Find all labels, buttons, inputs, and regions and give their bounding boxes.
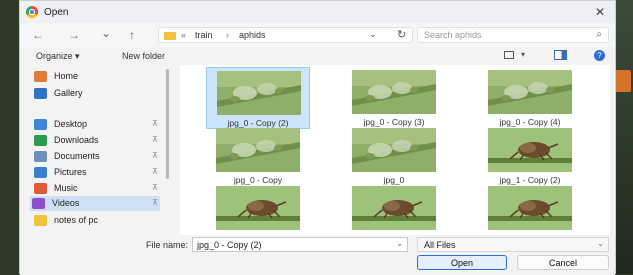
file-name-label: File name: — [146, 240, 189, 250]
aphid-thumbnail — [216, 128, 300, 172]
folder-icon — [34, 215, 47, 226]
close-button[interactable]: ✕ — [595, 5, 605, 19]
refresh-button[interactable]: ↻ — [397, 28, 406, 41]
videos-icon — [32, 198, 45, 209]
preview-pane-icon[interactable] — [554, 50, 567, 60]
weevil-thumbnail — [488, 128, 572, 172]
file-tile[interactable]: jpg_0 - Copy (4) — [478, 67, 582, 129]
new-folder-button[interactable]: New folder — [122, 51, 165, 61]
file-tile[interactable]: jpg_0 - Copy (3) — [342, 67, 446, 129]
chevron-down-icon: ⌄ — [597, 239, 604, 248]
sidebar-item-label: Downloads — [54, 135, 99, 145]
search-icon: ⌕ — [596, 29, 602, 40]
cancel-button[interactable]: Cancel — [517, 255, 609, 270]
pictures-icon — [34, 167, 47, 178]
view-options-caret[interactable]: ▾ — [521, 50, 525, 59]
chevron-down-icon[interactable]: ⌄ — [396, 239, 403, 248]
sidebar-item-label: Videos — [52, 198, 80, 208]
sidebar-item-label: notes of pc — [54, 215, 99, 225]
breadcrumb-train[interactable]: train — [195, 30, 213, 40]
file-type-select[interactable]: All Files ⌄ — [417, 237, 609, 252]
back-button[interactable]: ← — [32, 28, 44, 42]
sidebar-item-videos[interactable]: Videos ⊼ — [30, 196, 160, 211]
sidebar-item-label: Pictures — [54, 167, 87, 177]
sidebar-item-pictures[interactable]: Pictures ⊼ — [32, 165, 160, 180]
sidebar-item-music[interactable]: Music ⊼ — [32, 181, 160, 196]
sidebar-item-label: Gallery — [54, 88, 83, 98]
command-bar: Organize ▾ New folder ▾ ? — [20, 47, 615, 65]
navigation-bar: ← → ⌄ ↑ « train › aphids ⌄ ↻ Search aphi… — [20, 23, 615, 47]
sidebar-item-desktop[interactable]: Desktop ⊼ — [32, 117, 160, 132]
sidebar-item-downloads[interactable]: Downloads ⊼ — [32, 133, 160, 148]
search-placeholder: Search aphids — [424, 30, 482, 40]
pin-icon: ⊼ — [152, 151, 158, 160]
file-tile[interactable]: jpg_1 - Copy — [478, 183, 582, 235]
breadcrumb-aphids[interactable]: aphids — [239, 30, 266, 40]
aphid-thumbnail — [217, 71, 301, 115]
file-tile[interactable]: jpg_0 — [342, 125, 446, 187]
gallery-icon — [34, 88, 47, 99]
file-tile[interactable]: jpg_1 - Copy (2) — [478, 125, 582, 187]
weevil-thumbnail — [216, 186, 300, 230]
background-app-tab — [615, 70, 631, 92]
documents-icon — [34, 151, 47, 162]
pin-icon: ⊼ — [152, 135, 158, 144]
file-name-input[interactable]: jpg_0 - Copy (2) ⌄ — [192, 237, 408, 252]
organize-menu[interactable]: Organize ▾ — [36, 51, 80, 62]
sidebar-item-home[interactable]: Home — [32, 69, 160, 84]
view-options-icon[interactable] — [504, 51, 514, 59]
file-tile[interactable]: jpg_0 - Copy — [206, 125, 310, 187]
desktop-icon — [34, 119, 47, 130]
music-icon — [34, 183, 47, 194]
aphid-thumbnail — [352, 128, 436, 172]
chrome-icon — [26, 6, 38, 18]
sidebar-item-label: Desktop — [54, 119, 88, 129]
folder-icon — [164, 32, 176, 40]
dialog-title: Open — [44, 7, 69, 18]
weevil-thumbnail — [352, 186, 436, 230]
pin-icon: ⊼ — [152, 183, 158, 192]
aphid-thumbnail — [352, 70, 436, 114]
sidebar-item-documents[interactable]: Documents ⊼ — [32, 149, 160, 164]
address-bar[interactable]: « train › aphids ⌄ ↻ — [158, 27, 413, 43]
sidebar-item-label: Home — [54, 71, 79, 81]
pin-icon: ⊼ — [152, 167, 158, 176]
file-type-value: All Files — [424, 240, 456, 250]
search-box[interactable]: Search aphids ⌕ — [417, 27, 609, 43]
navigation-pane-scrollbar[interactable] — [166, 69, 169, 179]
download-icon — [34, 135, 47, 146]
address-history-button[interactable]: ⌄ — [369, 29, 377, 40]
pin-icon: ⊼ — [152, 119, 158, 128]
navigation-pane: Home Gallery Desktop ⊼ Downloads ⊼ Documents ⊼ P… — [20, 65, 166, 233]
open-dialog: Open ✕ ← → ⌄ ↑ « train › aphids ⌄ ↻ Sear… — [19, 0, 616, 275]
home-icon — [34, 71, 47, 82]
title-bar: Open ✕ — [20, 1, 615, 23]
sidebar-item-gallery[interactable]: Gallery — [32, 86, 160, 101]
breadcrumb-separator-icon: › — [226, 30, 229, 40]
path-overflow-button[interactable]: « — [181, 30, 186, 40]
pin-icon: ⊼ — [152, 198, 158, 207]
file-name-value: jpg_0 - Copy (2) — [197, 240, 262, 250]
file-name-area: File name: jpg_0 - Copy (2) ⌄ All Files … — [20, 235, 615, 275]
file-tile[interactable]: jpg_1 - Copy (3) — [206, 183, 310, 235]
sidebar-item-notes-of-pc[interactable]: notes of pc — [32, 213, 160, 228]
open-button[interactable]: Open — [417, 255, 507, 270]
up-button[interactable]: ↑ — [129, 28, 135, 42]
sidebar-item-label: Music — [54, 183, 78, 193]
aphid-thumbnail — [488, 70, 572, 114]
weevil-thumbnail — [488, 186, 572, 230]
file-tile[interactable]: jpg_0 - Copy (2) — [206, 67, 310, 129]
forward-button[interactable]: → — [68, 28, 80, 42]
sidebar-item-label: Documents — [54, 151, 100, 161]
help-icon[interactable]: ? — [594, 50, 605, 61]
file-tile[interactable]: jpg_1 - Copy (4) — [342, 183, 446, 235]
recent-locations-button[interactable]: ⌄ — [101, 26, 111, 40]
file-list: jpg_0 - Copy (2) jpg_0 - Copy (3) jpg_0 - … — [180, 65, 610, 235]
